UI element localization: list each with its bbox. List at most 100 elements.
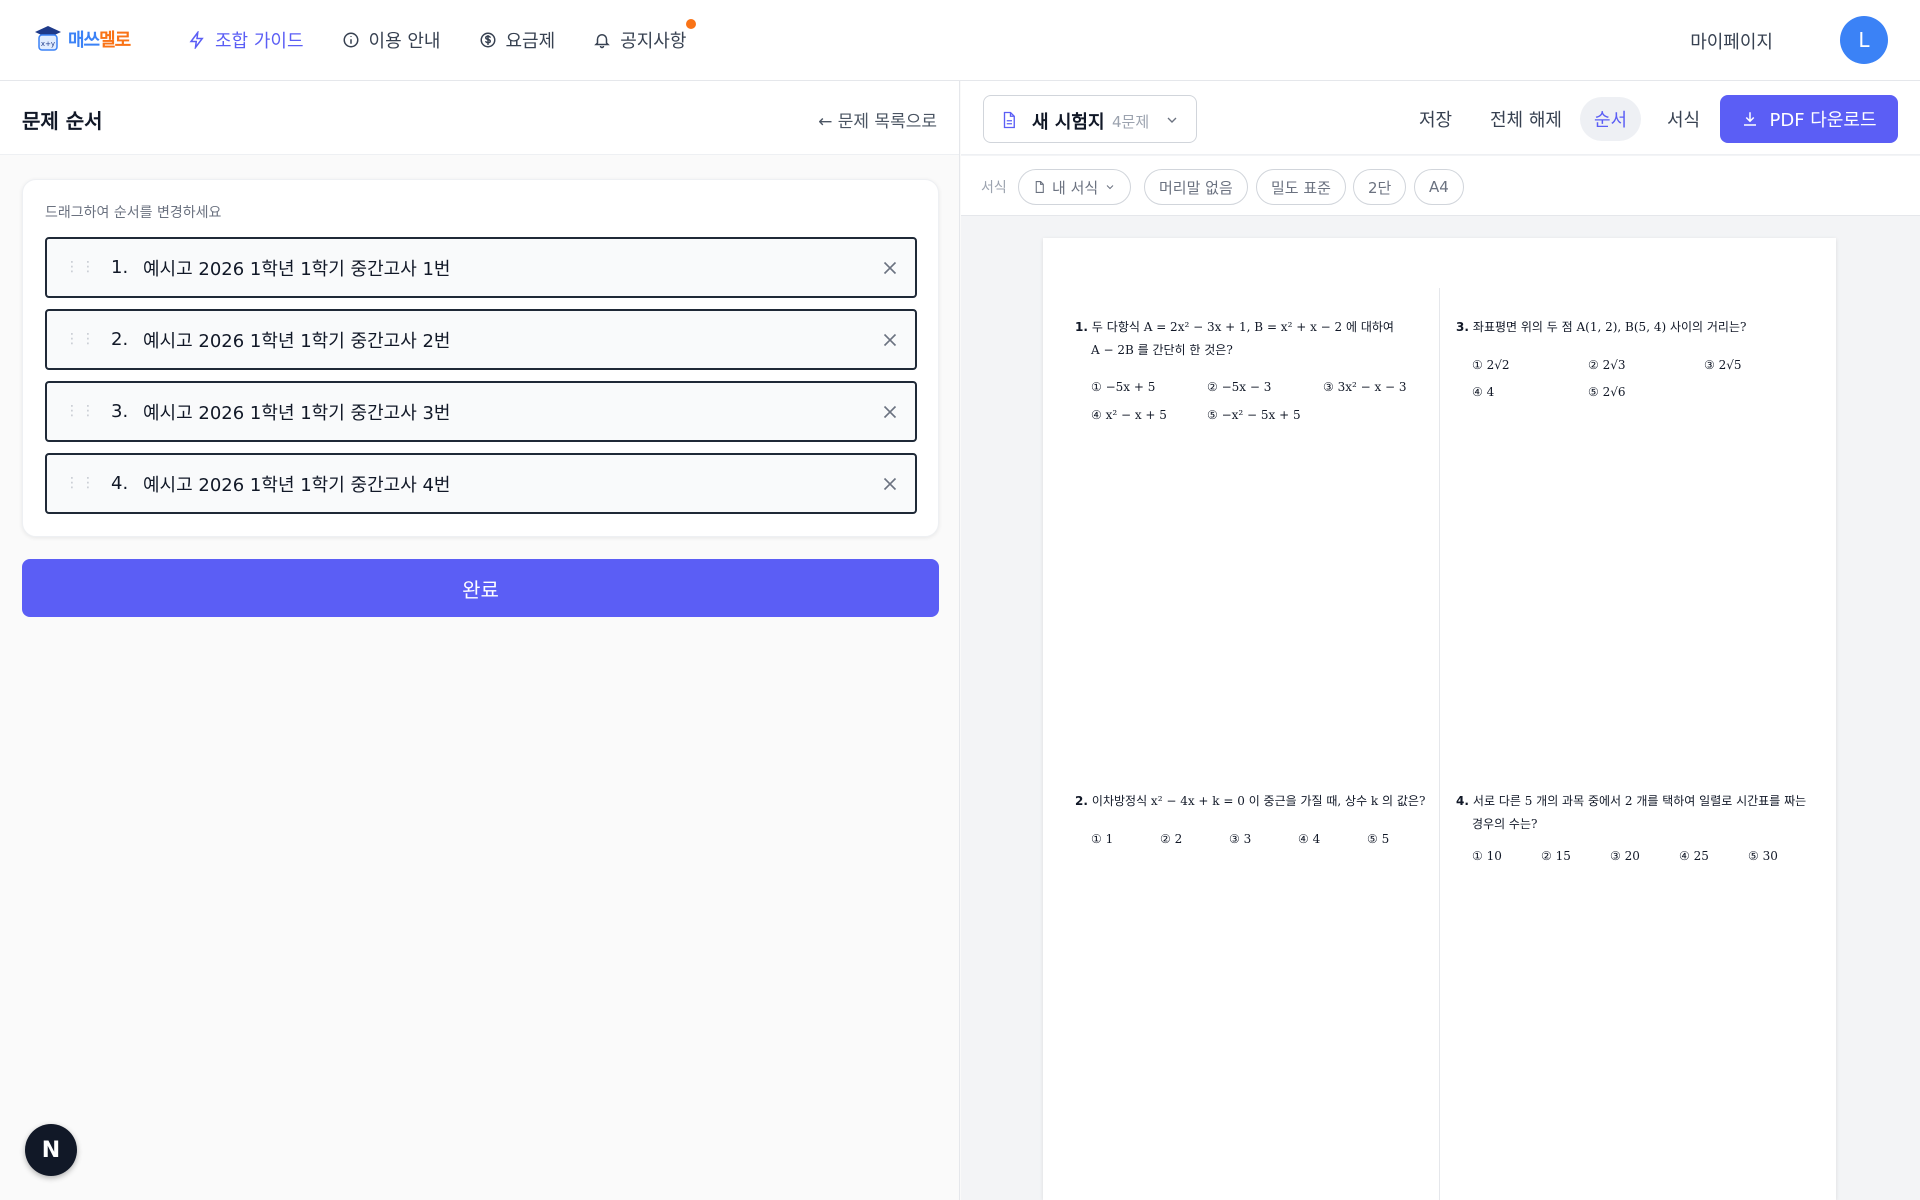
question-text: 좌표평면 위의 두 점 A(1, 2), B(5, 4) 사이의 거리는? [1472,320,1747,334]
question-text: 서로 다른 5 개의 과목 중에서 2 개를 택하여 일렬로 시간표를 짜는 [1472,794,1807,808]
exam-paper-preview: 1. 두 다항식 A = 2x² − 3x + 1, B = x² + x − 2… [1043,238,1836,1200]
row-label: 예시고 2026 1학년 1학기 중간고사 1번 [143,258,451,280]
pdf-download-button[interactable]: PDF 다운로드 [1720,95,1898,143]
exam-count: 4문제 [1112,113,1150,131]
chip-paper-size[interactable]: A4 [1414,169,1464,205]
document-icon [1003,111,1015,129]
chip-header[interactable]: 머리말 없음 [1144,169,1248,205]
order-card: 드래그하여 순서를 변경하세요 ⋮⋮ 1. 예시고 2026 1학년 1학기 중… [22,179,939,537]
nav-combo-guide[interactable]: 조합 가이드 [188,27,304,53]
order-row[interactable]: ⋮⋮ 1. 예시고 2026 1학년 1학기 중간고사 1번 [45,237,917,298]
tab-order[interactable]: 순서 [1580,97,1642,141]
question-text: 경우의 수는? [1472,817,1538,831]
avatar[interactable]: L [1840,16,1888,64]
remove-icon[interactable] [879,257,901,279]
mypage-link[interactable]: 마이페이지 [1690,28,1773,54]
choice: ⑤ 5 [1367,832,1390,846]
chevron-down-icon [1106,185,1114,190]
exam-selector[interactable]: 새 시험지 4문제 [983,95,1197,143]
choice: ⑤ −x² − 5x + 5 [1207,408,1301,422]
nav-usage-info[interactable]: 이용 안내 [342,27,441,53]
info-icon [343,32,359,48]
order-panel: 문제 순서 ← 문제 목록으로 드래그하여 순서를 변경하세요 ⋮⋮ 1. 예시… [0,81,960,1200]
choice: ① −5x + 5 [1091,380,1156,394]
back-to-list-link[interactable]: ← 문제 목록으로 [818,107,937,132]
format-label: 서식 [981,180,1007,196]
nav-notices[interactable]: 공지사항 [593,19,697,53]
choice: ③ 3 [1229,832,1252,846]
choice: ② 15 [1541,849,1571,863]
choice: ① 10 [1472,849,1502,863]
logo-text: 매쓰멜로 [68,30,131,51]
drag-handle-icon[interactable]: ⋮⋮ [65,403,97,419]
choice: ② −5x − 3 [1207,380,1272,394]
save-button[interactable]: 저장 [1405,97,1466,141]
nav-pricing[interactable]: 요금제 [479,27,556,53]
row-label: 예시고 2026 1학년 1학기 중간고사 2번 [143,330,451,352]
chevron-down-icon [1167,117,1177,123]
question-text: A − 2B 를 간단히 한 것은? [1091,343,1233,357]
drag-handle-icon[interactable]: ⋮⋮ [65,331,97,347]
clear-all-button[interactable]: 전체 해제 [1476,97,1576,141]
choice: ③ 2√5 [1704,358,1742,372]
nav-label: 공지사항 [620,31,687,52]
lightning-icon [189,31,204,49]
choice: ④ 25 [1679,849,1709,863]
row-label: 예시고 2026 1학년 1학기 중간고사 3번 [143,402,451,424]
page-title: 문제 순서 [22,109,103,133]
nav-label: 요금제 [505,31,556,52]
remove-icon[interactable] [879,329,901,351]
chip-my-format[interactable]: 내 서식 [1018,169,1132,205]
svg-text:x+y: x+y [41,40,55,48]
order-panel-header: 문제 순서 ← 문제 목록으로 [0,81,959,155]
order-row[interactable]: ⋮⋮ 4. 예시고 2026 1학년 1학기 중간고사 4번 [45,453,917,514]
chip-density[interactable]: 밀도 표준 [1256,169,1346,205]
done-button[interactable]: 완료 [22,559,939,617]
preview-panel: 새 시험지 4문제 저장 전체 해제 순서 서식 PDF 다운로드 서식 내 서… [961,81,1920,1200]
row-number: 4. [111,473,129,494]
row-number: 2. [111,329,129,350]
remove-icon[interactable] [879,473,901,495]
row-number: 1. [111,257,129,278]
logo-mark-icon: x+y [34,24,62,54]
main-nav: 조합 가이드 이용 안내 요금제 공지사항 [188,0,697,80]
choice: ① 1 [1091,832,1114,846]
preview-toolbar: 새 시험지 4문제 저장 전체 해제 순서 서식 PDF 다운로드 [961,81,1920,155]
drag-handle-icon[interactable]: ⋮⋮ [65,259,97,275]
choice: ③ 3x² − x − 3 [1323,380,1407,394]
top-navigation: x+y 매쓰멜로 조합 가이드 이용 안내 요금제 공지사항 마이페이지 L [0,0,1920,81]
question-text: 두 다항식 A = 2x² − 3x + 1, B = x² + x − 2 에… [1091,320,1394,334]
pdf-download-label: PDF 다운로드 [1769,110,1877,131]
row-label: 예시고 2026 1학년 1학기 중간고사 4번 [143,474,451,496]
choice: ⑤ 30 [1748,849,1778,863]
question-2: 2. 이차방정식 x² − 4x + k = 0 이 중근을 가질 때, 상수 k… [1075,794,1426,808]
column-divider [1439,288,1440,1200]
question-4: 4. 서로 다른 5 개의 과목 중에서 2 개를 택하여 일렬로 시간표를 짜는… [1456,790,1818,836]
chip-columns[interactable]: 2단 [1353,169,1407,205]
choice: ② 2 [1160,832,1183,846]
tab-format[interactable]: 서식 [1653,97,1714,141]
choice: ④ x² − x + 5 [1091,408,1167,422]
file-icon [1035,181,1044,193]
drag-hint: 드래그하여 순서를 변경하세요 [45,205,222,221]
next-dev-indicator-icon[interactable]: N [25,1124,77,1176]
question-3: 3. 좌표평면 위의 두 점 A(1, 2), B(5, 4) 사이의 거리는? [1456,320,1747,334]
nav-label: 조합 가이드 [215,31,304,52]
question-1: 1. 두 다항식 A = 2x² − 3x + 1, B = x² + x − 2… [1075,316,1425,362]
question-text: 이차방정식 x² − 4x + k = 0 이 중근을 가질 때, 상수 k 의… [1091,794,1426,808]
choice: ④ 4 [1472,385,1495,399]
bell-icon [594,34,610,49]
format-bar: 서식 내 서식 머리말 없음 밀도 표준 2단 A4 [961,156,1920,216]
order-row[interactable]: ⋮⋮ 2. 예시고 2026 1학년 1학기 중간고사 2번 [45,309,917,370]
logo[interactable]: x+y 매쓰멜로 [34,24,131,54]
chip-label: 내 서식 [1052,178,1099,197]
choice: ⑤ 2√6 [1588,385,1626,399]
remove-icon[interactable] [879,401,901,423]
order-row[interactable]: ⋮⋮ 3. 예시고 2026 1학년 1학기 중간고사 3번 [45,381,917,442]
row-number: 3. [111,401,129,422]
exam-title: 새 시험지 [1032,112,1105,133]
choice: ④ 4 [1298,832,1321,846]
choice: ② 2√3 [1588,358,1626,372]
dollar-circle-icon [480,32,495,48]
drag-handle-icon[interactable]: ⋮⋮ [65,475,97,491]
